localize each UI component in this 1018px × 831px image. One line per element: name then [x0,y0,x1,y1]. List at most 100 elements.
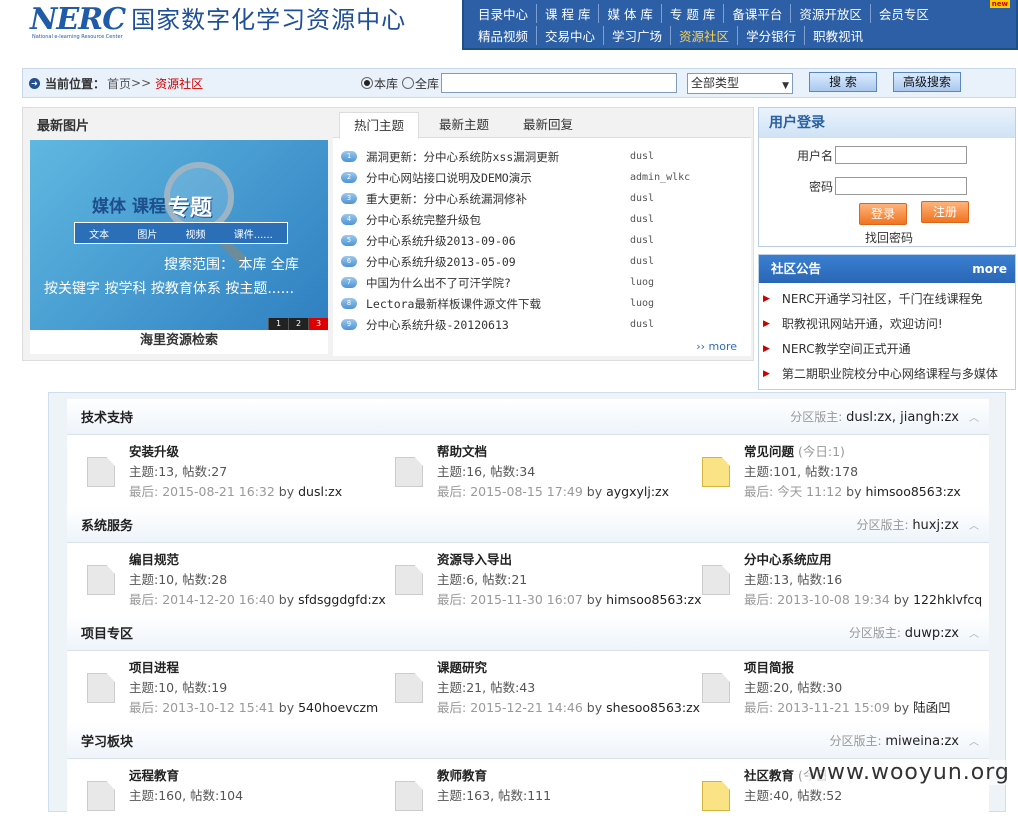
topic-row[interactable]: 4 分中心系统完整升级包 dusl [341,209,745,230]
topic-row[interactable]: 6 分中心系统升级2013-05-09 dusl [341,251,745,272]
breadcrumb-current[interactable]: 资源社区 [155,75,203,92]
topic-author[interactable]: luog [630,298,654,309]
forum-name-text[interactable]: 分中心系统应用 [744,552,832,567]
collapse-icon[interactable]: ︿ [969,517,979,532]
forum-name[interactable]: 帮助文档 [437,441,487,460]
last-user[interactable]: shesoo8563:zx [606,700,700,715]
topic-row[interactable]: 3 重大更新：分中心系统漏洞修补 dusl [341,188,745,209]
moderator-names[interactable]: miweina:zx [885,734,959,749]
forum-name[interactable]: 远程教育 [129,765,179,784]
topic-author[interactable]: dusl [630,193,654,204]
slide-page-button[interactable]: 1 [268,318,288,330]
section-title[interactable]: 系统服务 [81,515,133,534]
section-title[interactable]: 技术支持 [81,407,133,426]
last-user[interactable]: himsoo8563:zx [865,484,960,499]
nav-item[interactable]: 媒 体 库 [598,3,660,23]
nav-item[interactable]: 学分银行 [737,25,804,45]
nav-item[interactable]: 资源社区 [670,25,737,45]
topic-row[interactable]: 9 分中心系统升级-20120613 dusl [341,314,745,335]
last-time[interactable]: 2013-10-08 19:34 [777,592,890,607]
slide-page-button[interactable]: 3 [308,318,328,330]
nav-item[interactable]: 专 题 库 [660,3,723,23]
last-user[interactable]: dusl:zx [298,484,342,499]
nav-item[interactable]: 目录中心 [470,4,536,23]
forum-name[interactable]: 课题研究 [437,657,487,676]
last-user[interactable]: 540hoevczm [298,700,378,715]
nav-item[interactable]: 交易中心 [536,25,603,45]
topic-author[interactable]: admin_wlkc [630,172,690,183]
topic-author[interactable]: dusl [630,256,654,267]
topic-author[interactable]: dusl [630,151,654,162]
nav-item[interactable]: 学习广场 [603,25,670,45]
collapse-icon[interactable]: ︿ [969,733,979,748]
last-user[interactable]: aygxylj:zx [606,484,669,499]
topic-author[interactable]: dusl [630,235,654,246]
search-button[interactable]: 搜 索 [809,72,877,92]
notice-item[interactable]: ▶ 职教视讯网站开通，欢迎访问! [759,311,1015,336]
collapse-icon[interactable]: ︿ [969,409,979,424]
forum-name[interactable]: 常见问题 (今日:1) [744,441,845,460]
last-user[interactable]: 陆函凹 [913,700,951,715]
topic-title[interactable]: 漏洞更新：分中心系统防xss漏洞更新 [366,149,630,165]
forum-name[interactable]: 项目简报 [744,657,794,676]
forum-name-text[interactable]: 项目简报 [744,660,794,675]
section-title[interactable]: 项目专区 [81,623,133,642]
forum-name-text[interactable]: 资源导入导出 [437,552,512,567]
topic-title[interactable]: Lectora最新样板课件源文件下载 [366,296,630,312]
nav-item[interactable]: 精品视频 [470,26,536,45]
forum-name-text[interactable]: 帮助文档 [437,444,487,459]
collapse-icon[interactable]: ︿ [969,625,979,640]
topic-title[interactable]: 分中心系统升级-20120613 [366,317,630,333]
nav-item[interactable]: 备课平台 [723,3,790,23]
forum-name[interactable]: 教师教育 [437,765,487,784]
last-time[interactable]: 2014-12-20 16:40 [162,592,275,607]
username-input[interactable] [835,146,967,164]
forum-name-text[interactable]: 课题研究 [437,660,487,675]
breadcrumb-home[interactable]: 首页 [107,75,131,92]
nav-item[interactable]: 职教视讯 [804,25,871,45]
topic-title[interactable]: 分中心网站接口说明及DEMO演示 [366,170,630,186]
register-button[interactable]: 注册 [921,201,969,223]
section-title[interactable]: 学习板块 [81,731,133,750]
last-time[interactable]: 2013-11-21 15:09 [777,700,890,715]
forum-name-text[interactable]: 安装升级 [129,444,179,459]
forum-name-text[interactable]: 教师教育 [437,768,487,783]
topic-row[interactable]: 2 分中心网站接口说明及DEMO演示 admin_wlkc [341,167,745,188]
forgot-password-link[interactable]: 找回密码 [865,229,913,246]
topic-title[interactable]: 分中心系统升级2013-09-06 [366,233,630,249]
notice-text[interactable]: 职教视讯网站开通，欢迎访问! [782,315,943,332]
forum-name[interactable]: 安装升级 [129,441,179,460]
notice-item[interactable]: ▶ NERC开通学习社区，千门在线课程免 [759,286,1015,311]
last-time[interactable]: 2015-08-21 16:32 [162,484,275,499]
forum-name-text[interactable]: 编目规范 [129,552,179,567]
notice-text[interactable]: NERC教学空间正式开通 [782,340,911,357]
forum-name-text[interactable]: 远程教育 [129,768,179,783]
nav-item[interactable]: 资源开放区 [790,3,870,23]
last-time[interactable]: 今天 11:12 [777,484,842,499]
forum-name-text[interactable]: 项目进程 [129,660,179,675]
type-select[interactable]: 全部类型 ▼ [687,73,793,94]
forum-name[interactable]: 编目规范 [129,549,179,568]
login-button[interactable]: 登录 [859,203,907,225]
forum-name[interactable]: 分中心系统应用 [744,549,832,568]
notice-item[interactable]: ▶ 第二期职业院校分中心网络课程与多媒体 [759,361,1015,386]
scope-this-radio[interactable] [361,77,373,89]
topic-row[interactable]: 1 漏洞更新：分中心系统防xss漏洞更新 dusl [341,146,745,167]
moderator-names[interactable]: huxj:zx [912,518,959,533]
last-time[interactable]: 2013-10-12 15:41 [162,700,275,715]
topic-row[interactable]: 7 中国为什么出不了可汗学院? luog [341,272,745,293]
image-slideshow[interactable]: 媒体 课程 专题 文本 图片 视频 课件...... 搜索范围： 本库 全库 按关键字… [30,140,328,330]
nav-item[interactable]: 课 程 库 [536,3,598,23]
nav-item[interactable]: 会员专区 [869,3,937,23]
notice-more-link[interactable]: more [972,255,1007,283]
advanced-search-button[interactable]: 高级搜索 [893,72,961,92]
last-time[interactable]: 2015-12-21 14:46 [470,700,583,715]
topic-tab[interactable]: 最新回复 [509,112,587,138]
topic-title[interactable]: 中国为什么出不了可汗学院? [366,275,630,291]
more-topics-link[interactable]: ›› more [696,340,737,353]
last-user[interactable]: sfdsggdgfd:zx [298,592,386,607]
moderator-names[interactable]: dusl:zx, jiangh:zx [846,410,959,425]
last-user[interactable]: 122hklvfcq [913,592,982,607]
forum-name[interactable]: 项目进程 [129,657,179,676]
topic-author[interactable]: dusl [630,319,654,330]
